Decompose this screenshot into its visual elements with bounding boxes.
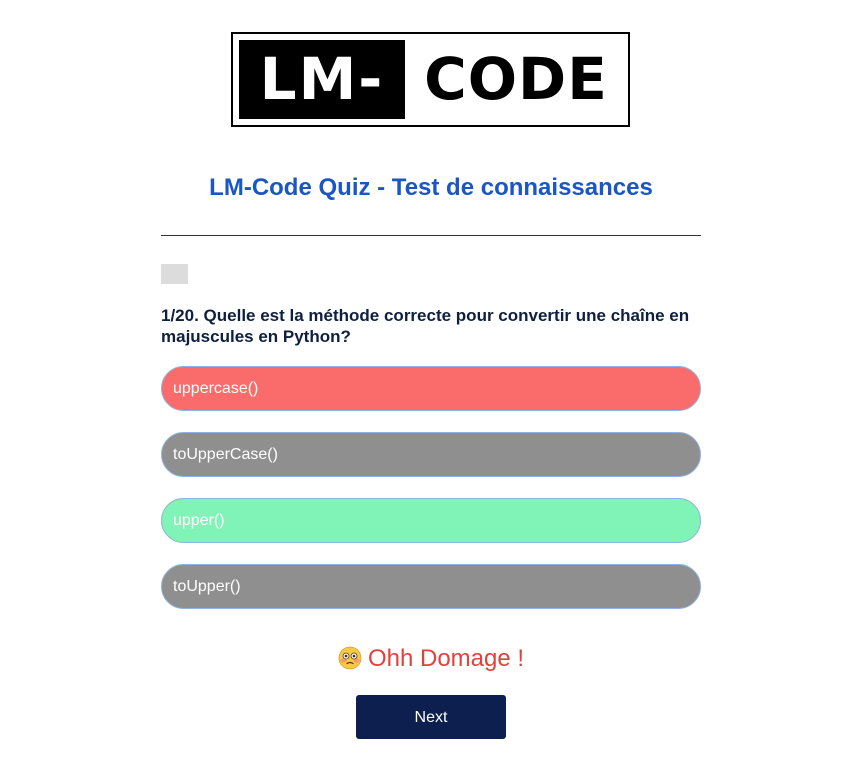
feedback-message: Ohh Domage ! — [0, 645, 852, 673]
question-text: 1/20. Quelle est la méthode correcte pou… — [161, 306, 690, 346]
quiz-page: LM- CODE LM-Code Quiz - Test de connaiss… — [0, 0, 852, 783]
title-divider — [161, 235, 701, 236]
answer-option-2[interactable]: toUpperCase() — [161, 432, 701, 477]
next-button[interactable]: Next — [356, 695, 506, 739]
flushed-face-icon — [338, 646, 362, 670]
logo-left-text: LM- — [239, 40, 405, 119]
lm-code-logo: LM- CODE — [231, 32, 630, 127]
answer-option-1[interactable]: uppercase() — [161, 366, 701, 411]
feedback-text: Ohh Domage ! — [367, 645, 525, 672]
progress-bar — [161, 264, 188, 284]
logo-right-text: CODE — [424, 45, 608, 113]
answer-option-4[interactable]: toUpper() — [161, 564, 701, 609]
page-title: LM-Code Quiz - Test de connaissances — [209, 174, 653, 201]
answer-option-3[interactable]: upper() — [161, 498, 701, 543]
